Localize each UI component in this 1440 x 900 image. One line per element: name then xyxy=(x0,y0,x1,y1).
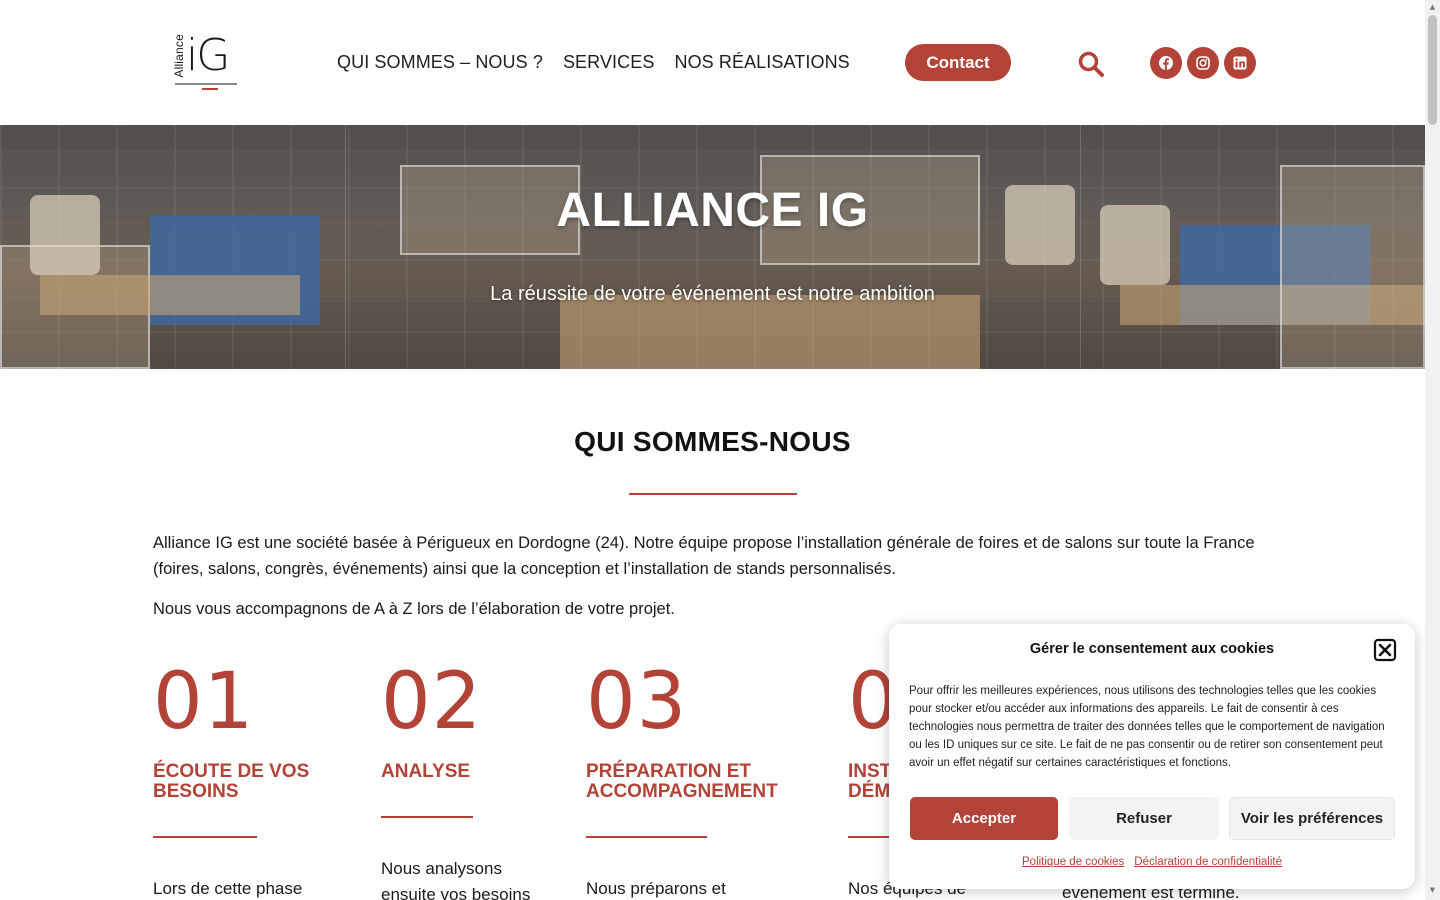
view-preferences-button[interactable]: Voir les préférences xyxy=(1229,797,1395,840)
scroll-up-arrow-icon[interactable]: ▲ xyxy=(1428,3,1437,12)
cookie-dialog-text: Pour offrir les meilleures expériences, … xyxy=(909,685,1385,769)
logo-letters: iG xyxy=(186,30,230,81)
scroll-down-arrow-icon[interactable]: ▼ xyxy=(1428,886,1437,895)
step-number: 01 xyxy=(153,657,255,747)
alliance-ig-logo[interactable]: Alliance iG xyxy=(172,30,240,92)
privacy-statement-link[interactable]: Déclaration de confidentialité xyxy=(1134,856,1282,868)
step-underline xyxy=(586,836,707,838)
contact-button[interactable]: Contact xyxy=(905,44,1011,81)
hero-image-seam xyxy=(345,125,346,369)
scrollbar-thumb[interactable] xyxy=(1428,15,1437,125)
step-card: 03 PRÉPARATION ET ACCOMPAGNEMENT Nous pr… xyxy=(586,660,806,900)
logo-tagline-line xyxy=(175,83,237,85)
cookie-consent-dialog: Gérer le consentement aux cookies Pour o… xyxy=(889,624,1415,889)
section-title-underline xyxy=(629,493,797,495)
facebook-icon[interactable] xyxy=(1150,47,1182,79)
nav-item-qui-sommes-nous[interactable]: QUI SOMMES – NOUS ? xyxy=(337,52,543,73)
search-icon[interactable] xyxy=(1077,50,1105,78)
hero-banner: ALLIANCE IG La réussite de votre événeme… xyxy=(0,125,1425,369)
close-icon[interactable] xyxy=(1373,638,1397,662)
site-header: Alliance iG QUI SOMMES – NOUS ? SERVICES… xyxy=(0,0,1425,125)
step-underline xyxy=(381,816,473,818)
instagram-icon[interactable] xyxy=(1187,47,1219,79)
accompany-paragraph: Nous vous accompagnons de A à Z lors de … xyxy=(153,600,675,618)
logo-accent-line xyxy=(202,88,218,90)
hero-wood-frame xyxy=(560,295,980,369)
intro-paragraph: Alliance IG est une société basée à Péri… xyxy=(153,534,1255,578)
accept-cookies-button[interactable]: Accepter xyxy=(910,797,1058,840)
cookie-policy-link[interactable]: Politique de cookies xyxy=(1022,856,1124,868)
cookie-links: Politique de cookies Déclaration de conf… xyxy=(889,856,1415,868)
step-card: 01 ÉCOUTE DE VOS BESOINS Lors de cette p… xyxy=(153,660,333,900)
step-card: 02 ANALYSE Nous analysons ensuite vos be… xyxy=(381,660,561,900)
linkedin-icon[interactable] xyxy=(1224,47,1256,79)
step-number: 02 xyxy=(381,657,483,747)
section-title: QUI SOMMES-NOUS xyxy=(574,426,851,457)
step-text: Nous analysons ensuite vos besoins xyxy=(381,859,531,900)
step-text: Nous préparons et xyxy=(586,879,726,898)
scrollbar-track[interactable] xyxy=(1425,0,1440,900)
hero-image-seam xyxy=(1080,125,1081,369)
cookie-dialog-title: Gérer le consentement aux cookies xyxy=(1029,641,1275,657)
hero-title: ALLIANCE IG xyxy=(556,184,869,237)
logo-word: Alliance xyxy=(172,34,186,78)
hero-subtitle: La réussite de votre événement est notre… xyxy=(490,283,935,305)
refuse-cookies-button[interactable]: Refuser xyxy=(1069,797,1219,840)
nav-item-nos-realisations[interactable]: NOS RÉALISATIONS xyxy=(674,52,849,73)
step-underline xyxy=(153,836,257,838)
step-text: Lors de cette phase xyxy=(153,879,303,898)
nav-item-services[interactable]: SERVICES xyxy=(563,52,655,73)
step-title: ANALYSE xyxy=(381,761,471,782)
step-title: PRÉPARATION ET ACCOMPAGNEMENT xyxy=(586,761,778,802)
step-number: 03 xyxy=(586,657,688,747)
step-title: ÉCOUTE DE VOS BESOINS xyxy=(153,761,310,802)
main-nav: QUI SOMMES – NOUS ? SERVICES NOS RÉALISA… xyxy=(337,52,850,73)
